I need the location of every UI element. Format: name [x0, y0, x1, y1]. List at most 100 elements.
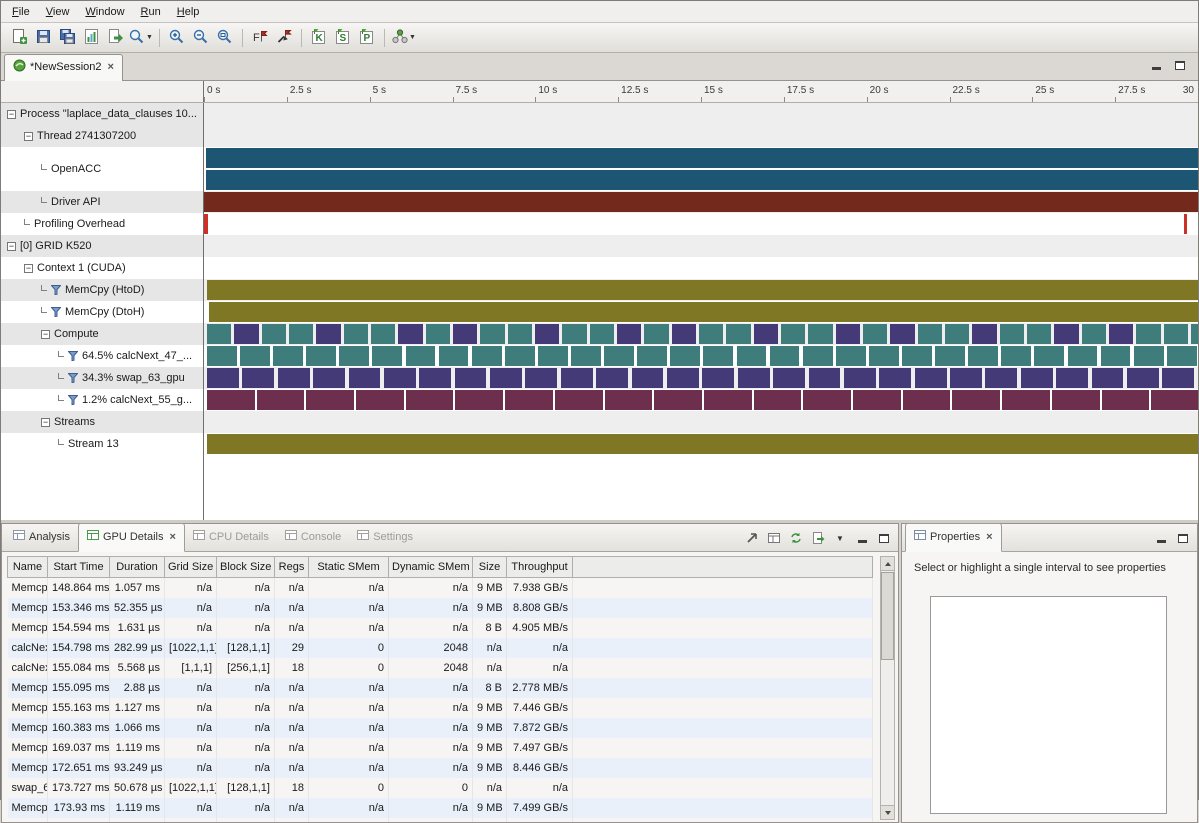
timeline-bar[interactable] — [339, 346, 369, 366]
timeline-bar[interactable] — [670, 346, 700, 366]
timeline-bar[interactable] — [1001, 346, 1031, 366]
report-button[interactable] — [79, 26, 103, 50]
session-tab[interactable]: *NewSession2 × — [4, 54, 123, 81]
filter-icon[interactable] — [51, 285, 61, 295]
maximize-icon[interactable] — [1174, 530, 1192, 546]
timeline-row-process-laplace-data-clauses-10[interactable]: −Process "laplace_data_clauses 10... — [1, 103, 1198, 125]
timeline-bar[interactable] — [1021, 368, 1053, 388]
timeline-bar[interactable] — [1052, 390, 1100, 410]
timeline-bar[interactable] — [1056, 368, 1088, 388]
timeline-bar[interactable] — [1054, 324, 1078, 344]
timeline-bar[interactable] — [207, 390, 255, 410]
timeline-bar[interactable] — [207, 280, 1198, 300]
timeline-row-context-1-cuda[interactable]: −Context 1 (CUDA) — [1, 257, 1198, 279]
timeline-bar[interactable] — [605, 390, 653, 410]
timeline-bar[interactable] — [1167, 346, 1197, 366]
timeline-row-memcpy-htod[interactable]: MemCpy (HtoD) — [1, 279, 1198, 301]
scroll-down-icon[interactable] — [881, 805, 894, 819]
view-menu-icon[interactable]: ▼ — [831, 530, 849, 546]
timeline-bar[interactable] — [699, 324, 723, 344]
dropdown-caret-icon[interactable]: ▼ — [146, 34, 153, 41]
timeline-bar[interactable] — [738, 368, 770, 388]
filter-icon[interactable] — [68, 351, 78, 361]
timeline-bar[interactable] — [1164, 324, 1188, 344]
timeline-bar[interactable] — [604, 346, 634, 366]
table-row[interactable]: calcNext154.798 ms282.99 µs[1022,1,1][12… — [8, 638, 873, 658]
timeline-bar[interactable] — [1162, 368, 1194, 388]
timeline-bar[interactable] — [273, 346, 303, 366]
timeline-bar[interactable] — [257, 390, 305, 410]
timeline-bar[interactable] — [950, 368, 982, 388]
timeline-row-34-3-swap-63-gpu[interactable]: 34.3% swap_63_gpu — [1, 367, 1198, 389]
timeline-bar[interactable] — [1136, 324, 1160, 344]
stream-letter-button[interactable]: S — [331, 26, 355, 50]
table-row[interactable]: Memcpy153.346 ms52.355 µsn/an/an/an/an/a… — [8, 598, 873, 618]
table-row[interactable]: Memcpy148.864 ms1.057 msn/an/an/an/an/a9… — [8, 578, 873, 598]
timeline-bar[interactable] — [1191, 324, 1198, 344]
tab-analysis[interactable]: Analysis — [5, 524, 78, 551]
close-icon[interactable]: × — [986, 531, 992, 543]
timeline-bar[interactable] — [372, 346, 402, 366]
timeline-row-0-grid-k520[interactable]: −[0] GRID K520 — [1, 235, 1198, 257]
timeline-row-memcpy-dtoh[interactable]: MemCpy (DtoH) — [1, 301, 1198, 323]
vertical-scrollbar[interactable] — [880, 556, 895, 820]
timeline-bar[interactable] — [702, 368, 734, 388]
timeline-row-64-5-calcnext-47[interactable]: 64.5% calcNext_47_... — [1, 345, 1198, 367]
timeline-bar[interactable] — [853, 390, 901, 410]
table-row[interactable]: calcNext155.084 ms5.568 µs[1,1,1][256,1,… — [8, 658, 873, 678]
tab-console[interactable]: Console — [277, 524, 349, 551]
table-row[interactable]: Memcpy154.594 ms1.631 µsn/an/an/an/an/a8… — [8, 618, 873, 638]
scrollbar-thumb[interactable] — [881, 572, 894, 660]
tab-properties[interactable]: Properties × — [905, 523, 1002, 552]
table-row[interactable]: Memcpy169.037 ms1.119 msn/an/an/an/an/a9… — [8, 738, 873, 758]
timeline-bar[interactable] — [726, 324, 750, 344]
timeline-bar[interactable] — [972, 324, 996, 344]
filter-icon[interactable] — [51, 307, 61, 317]
timeline-bar[interactable] — [316, 324, 340, 344]
close-icon[interactable]: × — [170, 531, 176, 543]
timeline-bar[interactable] — [1127, 368, 1159, 388]
timeline-bar[interactable] — [803, 390, 851, 410]
timeline-bar[interactable] — [562, 324, 586, 344]
timeline-bar[interactable] — [644, 324, 668, 344]
process-letter-button[interactable]: P — [355, 26, 379, 50]
timeline-bar[interactable] — [206, 170, 1198, 190]
timeline-row-1-2-calcnext-55-g[interactable]: 1.2% calcNext_55_g... — [1, 389, 1198, 411]
timeline-bar[interactable] — [1027, 324, 1051, 344]
timeline-bar[interactable] — [240, 346, 270, 366]
timeline-bar[interactable] — [313, 368, 345, 388]
table-row[interactable]: Memcpy155.095 ms2.88 µsn/an/an/an/an/a8 … — [8, 678, 873, 698]
timeline-bar[interactable] — [538, 346, 568, 366]
tab-settings[interactable]: Settings — [349, 524, 421, 551]
zoom-fit-button[interactable] — [213, 26, 237, 50]
export-table-icon[interactable] — [809, 530, 827, 546]
timeline-bar[interactable] — [617, 324, 641, 344]
timeline-bar[interactable] — [770, 346, 800, 366]
timeline-bar[interactable] — [903, 390, 951, 410]
timeline-bar[interactable] — [596, 368, 628, 388]
timeline-bar[interactable] — [1092, 368, 1124, 388]
timeline-bar[interactable] — [505, 390, 553, 410]
timeline-bar[interactable] — [571, 346, 601, 366]
collapse-icon[interactable]: − — [24, 264, 33, 273]
timeline-bar[interactable] — [426, 324, 450, 344]
tab-cpu-details[interactable]: CPU Details — [185, 524, 277, 551]
timeline-bar[interactable] — [836, 346, 866, 366]
zoom-select-button[interactable]: ▼ — [127, 26, 154, 50]
timeline-row-thread-2741307200[interactable]: −Thread 2741307200 — [1, 125, 1198, 147]
timeline-bar[interactable] — [204, 214, 208, 234]
timeline-bar[interactable] — [754, 324, 778, 344]
minimize-icon[interactable] — [1147, 57, 1165, 73]
timeline-bar[interactable] — [384, 368, 416, 388]
timeline-bar[interactable] — [781, 324, 805, 344]
timeline-bar[interactable] — [632, 368, 664, 388]
timeline-bar[interactable] — [703, 346, 733, 366]
menu-help[interactable]: Help — [169, 3, 208, 21]
timeline-bar[interactable] — [207, 368, 239, 388]
timeline-bar[interactable] — [844, 368, 876, 388]
timeline-bar[interactable] — [344, 324, 368, 344]
timeline-bar[interactable] — [398, 324, 422, 344]
scroll-up-icon[interactable] — [881, 557, 894, 571]
filter-icon[interactable] — [68, 395, 78, 405]
timeline-bar[interactable] — [879, 368, 911, 388]
